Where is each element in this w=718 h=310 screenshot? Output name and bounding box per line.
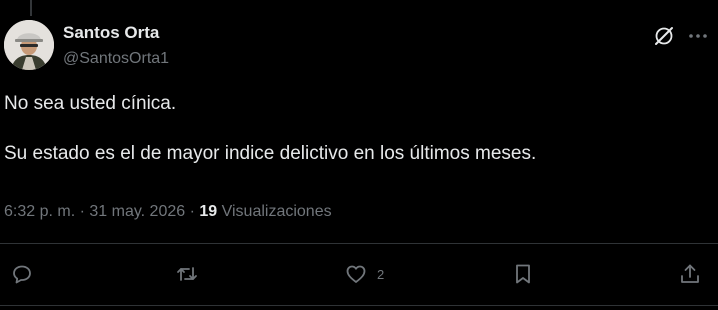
reply-button[interactable] [10,262,34,286]
more-icon-glyph [689,34,707,38]
meta-separator: · [185,203,200,220]
avatar[interactable] [4,20,54,70]
post-text: No sea usted cínica. Su estado es el de … [4,91,704,166]
like-button[interactable]: 2 [344,262,384,286]
avatar-image [4,20,54,70]
heart-icon [346,265,366,283]
share-button[interactable] [678,262,702,286]
grok-icon-glyph [655,27,673,45]
bookmark-button[interactable] [511,262,535,286]
views-count: 19 [199,203,218,220]
post-paragraph: Su estado es el de mayor indice delictiv… [4,143,537,164]
share-icon [681,264,699,283]
author-display-name[interactable]: Santos Orta [63,22,169,44]
author-handle[interactable]: @SantosOrta1 [63,48,169,70]
grok-icon[interactable] [652,24,676,48]
more-icon[interactable] [686,24,710,48]
thread-connector-line [30,0,32,16]
post-paragraph: No sea usted cínica. [4,93,177,114]
reply-icon [13,265,31,284]
author-info: Santos Orta @SantosOrta1 [63,22,169,70]
bookmark-icon [516,264,530,284]
meta-separator: · [75,203,90,220]
divider-top [0,243,718,244]
post-meta: 6:32 p. m. · 31 may. 2026 · 19 Visualiza… [4,202,332,222]
post-date[interactable]: 31 may. 2026 [89,203,185,220]
divider-bottom [0,305,718,306]
repost-icon [177,267,197,281]
like-count: 2 [377,266,385,282]
views-label[interactable]: Visualizaciones [222,203,332,220]
repost-button[interactable] [175,262,199,286]
post-time[interactable]: 6:32 p. m. [4,203,75,220]
